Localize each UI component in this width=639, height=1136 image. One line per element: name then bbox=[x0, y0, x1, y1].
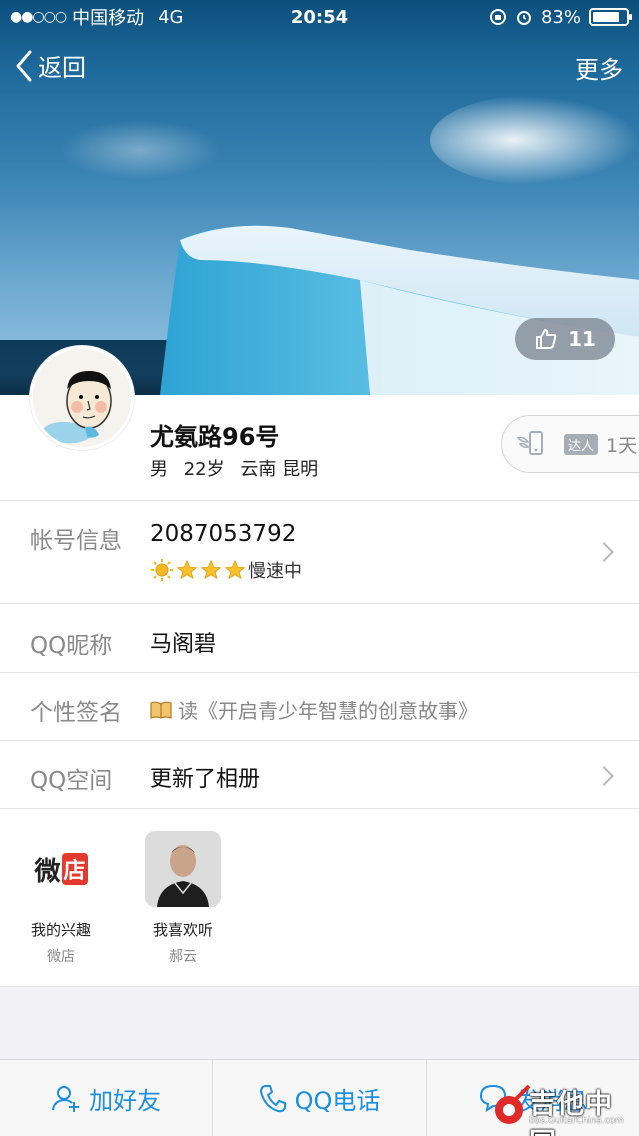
sun-icon bbox=[151, 559, 173, 581]
thumbs-up-icon bbox=[536, 329, 557, 349]
weidian-logo-text: 微 bbox=[34, 856, 61, 887]
profile-info-list: 帐号信息 2087053792 慢速中 QQ昵称 马阁碧 个性签名 读《开启青少… bbox=[0, 501, 639, 809]
nickname-row: QQ昵称 马阁碧 bbox=[0, 604, 639, 673]
guitar-logo-icon bbox=[495, 1084, 531, 1124]
chevron-left-icon bbox=[16, 50, 32, 81]
interest-item-weidian[interactable]: 微 店 我的兴趣 微店 bbox=[16, 831, 106, 966]
interest-subtitle: 微店 bbox=[47, 949, 75, 965]
like-count: 11 bbox=[568, 327, 596, 351]
profile-age: 22岁 bbox=[183, 459, 225, 480]
watermark-url: bbs.GuitarChina.com bbox=[529, 1116, 624, 1126]
phone-icon bbox=[259, 1085, 286, 1113]
interest-item-music[interactable]: 我喜欢听 郝云 bbox=[138, 831, 228, 966]
interest-title: 我喜欢听 bbox=[152, 921, 213, 939]
avatar[interactable] bbox=[30, 346, 134, 450]
interests-section: 微 店 我的兴趣 微店 我喜欢听 郝云 bbox=[0, 809, 639, 987]
weidian-logo-icon: 微 店 bbox=[23, 831, 99, 907]
qzone-row[interactable]: QQ空间 更新了相册 bbox=[0, 741, 639, 809]
talent-label: 达人 bbox=[564, 433, 599, 455]
artist-portrait-image bbox=[145, 831, 221, 907]
profile-cover-image[interactable]: ●●○○○ 中国移动 4G 20:54 83% 返回 更多 11 bbox=[0, 0, 639, 395]
more-button[interactable]: 更多 bbox=[575, 50, 623, 85]
status-bar: ●●○○○ 中国移动 4G 20:54 83% bbox=[0, 0, 639, 34]
star-icon bbox=[224, 559, 246, 580]
back-label: 返回 bbox=[38, 54, 86, 82]
interest-title: 我的兴趣 bbox=[30, 921, 91, 939]
weidian-logo-text-red: 店 bbox=[61, 853, 88, 885]
profile-gender: 男 bbox=[150, 459, 168, 480]
talent-badge-button[interactable]: 达人 1天 bbox=[501, 415, 639, 473]
back-button[interactable]: 返回 bbox=[14, 48, 86, 83]
account-number: 2087053792 bbox=[150, 521, 297, 547]
interest-subtitle: 郝云 bbox=[169, 949, 197, 965]
signature-value: 读《开启青少年智慧的创意故事》 bbox=[178, 699, 478, 723]
artist-photo bbox=[145, 831, 221, 907]
signature-row[interactable]: 个性签名 读《开启青少年智慧的创意故事》 bbox=[0, 673, 639, 741]
cloud bbox=[60, 120, 220, 180]
battery-icon bbox=[589, 8, 632, 26]
star-icon bbox=[200, 559, 222, 580]
navigation-bar: 返回 更多 bbox=[0, 44, 639, 88]
account-info-row[interactable]: 帐号信息 2087053792 慢速中 bbox=[0, 501, 639, 604]
qq-level: 慢速中 bbox=[150, 557, 302, 583]
qzone-value: 更新了相册 bbox=[150, 767, 261, 792]
profile-name: 尤氨路96号 bbox=[150, 423, 280, 451]
book-icon bbox=[150, 701, 172, 719]
profile-meta: 男 22岁 云南 昆明 bbox=[150, 455, 328, 481]
account-info-label: 帐号信息 bbox=[30, 528, 122, 554]
watermark-title: 吉他中国 bbox=[529, 1089, 613, 1136]
cloud bbox=[430, 95, 639, 185]
like-button[interactable]: 11 bbox=[515, 318, 615, 360]
add-user-icon bbox=[52, 1086, 80, 1112]
glacier-illustration bbox=[160, 225, 639, 395]
profile-location: 云南 昆明 bbox=[240, 459, 319, 480]
winged-phone-icon bbox=[516, 431, 543, 455]
signature-label: 个性签名 bbox=[30, 700, 122, 726]
qzone-label: QQ空间 bbox=[30, 768, 113, 794]
chevron-right-icon bbox=[594, 542, 614, 562]
status-time: 20:54 bbox=[290, 6, 349, 28]
qq-call-label: QQ电话 bbox=[294, 1086, 381, 1115]
nickname-label: QQ昵称 bbox=[30, 633, 113, 659]
site-watermark: 吉他中国 bbs.GuitarChina.com bbox=[491, 1080, 633, 1136]
level-status: 慢速中 bbox=[248, 561, 302, 582]
talent-days: 1天 bbox=[606, 434, 638, 457]
nickname-value: 马阁碧 bbox=[150, 632, 217, 657]
chevron-right-icon bbox=[594, 766, 614, 786]
add-friend-label: 加好友 bbox=[89, 1086, 162, 1115]
star-icon bbox=[176, 559, 198, 580]
qq-call-button[interactable]: QQ电话 bbox=[213, 1060, 427, 1136]
add-friend-button[interactable]: 加好友 bbox=[0, 1060, 214, 1136]
signature-value-wrap: 读《开启青少年智慧的创意故事》 bbox=[150, 695, 478, 724]
